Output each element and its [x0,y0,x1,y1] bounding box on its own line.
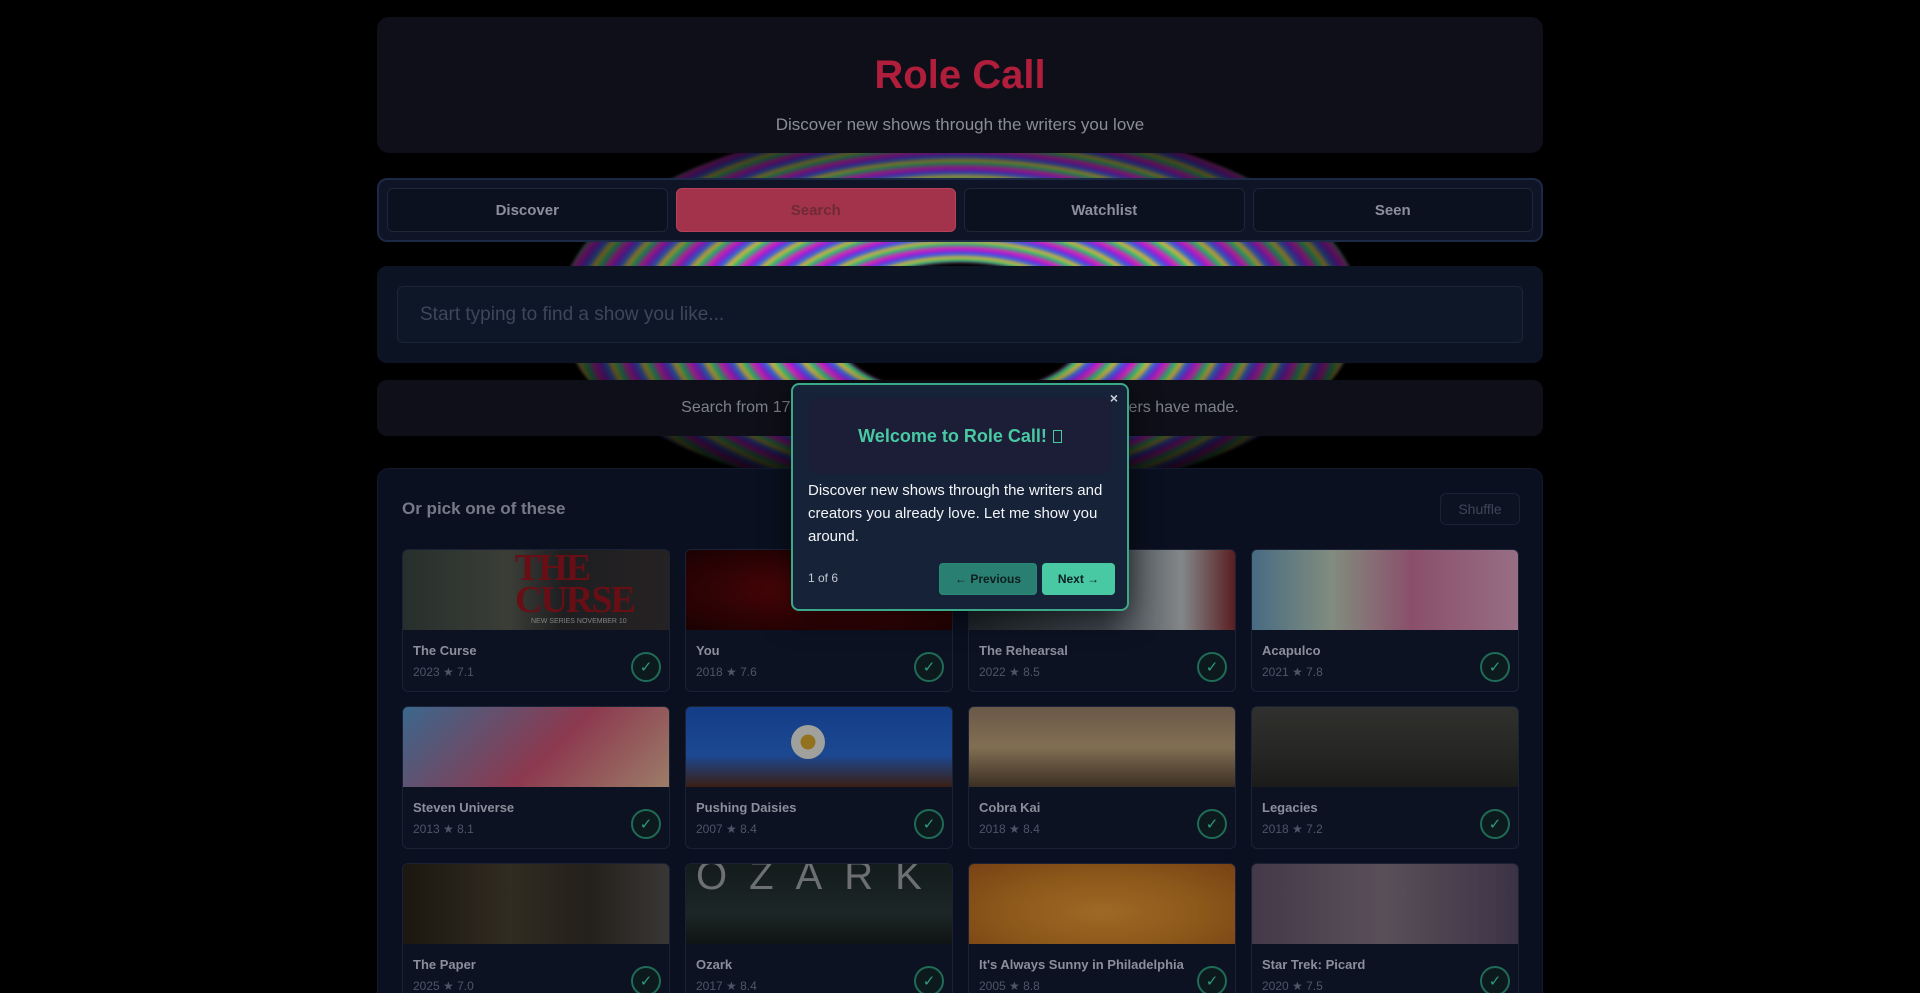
show-title: Pushing Daisies [696,800,797,815]
mark-seen-check-icon[interactable]: ✓ [914,966,944,993]
mark-seen-check-icon[interactable]: ✓ [1480,652,1510,682]
show-poster [969,707,1235,787]
modal-title-text: Welcome to Role Call! [858,425,1047,446]
show-meta: 2025 ★ 7.0 [413,979,474,993]
mark-seen-check-icon[interactable]: ✓ [1480,809,1510,839]
mark-seen-check-icon[interactable]: ✓ [914,809,944,839]
show-title: You [696,643,720,658]
show-title: Legacies [1262,800,1318,815]
tab-discover[interactable]: Discover [387,188,668,232]
mark-seen-check-icon[interactable]: ✓ [1197,966,1227,993]
show-meta: 2021 ★ 7.8 [1262,665,1323,679]
show-card[interactable]: Acapulco 2021 ★ 7.8 ✓ [1251,549,1519,692]
show-card[interactable]: Cobra Kai 2018 ★ 8.4 ✓ [968,706,1236,849]
show-poster [1252,707,1518,787]
show-title: Star Trek: Picard [1262,957,1366,972]
mark-seen-check-icon[interactable]: ✓ [1480,966,1510,993]
onboarding-modal: × Welcome to Role Call! Discover new sho… [791,383,1129,611]
emoji-placeholder-icon [1052,429,1062,443]
show-meta: 2013 ★ 8.1 [413,822,474,836]
show-poster [1252,864,1518,944]
show-meta: 2017 ★ 8.4 [696,979,757,993]
show-meta: 2018 ★ 7.6 [696,665,757,679]
show-card[interactable]: Steven Universe 2013 ★ 8.1 ✓ [402,706,670,849]
page: Role Call Discover new shows through the… [0,0,1920,993]
show-title: It's Always Sunny in Philadelphia [979,957,1184,972]
mark-seen-check-icon[interactable]: ✓ [1197,809,1227,839]
show-card[interactable]: THE CURSE NEW SERIES NOVEMBER 10 The Cur… [402,549,670,692]
mark-seen-check-icon[interactable]: ✓ [631,966,661,993]
show-poster [686,707,952,787]
show-poster: THE CURSE NEW SERIES NOVEMBER 10 [403,550,669,630]
show-title: The Curse [413,643,477,658]
show-card[interactable]: The Paper 2025 ★ 7.0 ✓ [402,863,670,993]
show-card[interactable]: OZARK Ozark 2017 ★ 8.4 ✓ [685,863,953,993]
previous-button[interactable]: ← Previous [939,563,1037,595]
mark-seen-check-icon[interactable]: ✓ [631,652,661,682]
show-title: The Paper [413,957,476,972]
show-poster [403,864,669,944]
show-title: Ozark [696,957,733,972]
next-button[interactable]: Next → [1042,563,1115,595]
show-meta: 2007 ★ 8.4 [696,822,757,836]
show-card[interactable]: Pushing Daisies 2007 ★ 8.4 ✓ [685,706,953,849]
show-meta: 2022 ★ 8.5 [979,665,1040,679]
show-meta: 2023 ★ 7.1 [413,665,474,679]
show-meta: 2018 ★ 7.2 [1262,822,1323,836]
show-poster: OZARK [686,864,952,944]
show-grid: THE CURSE NEW SERIES NOVEMBER 10 The Cur… [402,549,1519,993]
modal-header: Welcome to Role Call! [808,398,1112,474]
show-poster [969,864,1235,944]
mark-seen-check-icon[interactable]: ✓ [914,652,944,682]
app-title: Role Call [874,53,1046,97]
search-panel [377,266,1543,363]
modal-title: Welcome to Role Call! [858,426,1062,447]
shuffle-button[interactable]: Shuffle [1440,493,1520,525]
show-meta: 2020 ★ 7.5 [1262,979,1323,993]
show-card[interactable]: Legacies 2018 ★ 7.2 ✓ [1251,706,1519,849]
show-title: Steven Universe [413,800,515,815]
show-card[interactable]: It's Always Sunny in Philadelphia 2005 ★… [968,863,1236,993]
picks-title: Or pick one of these [402,499,566,518]
header: Role Call Discover new shows through the… [377,17,1543,153]
tab-bar: Discover Search Watchlist Seen [377,178,1543,242]
show-title: Cobra Kai [979,800,1041,815]
app-subtitle: Discover new shows through the writers y… [775,115,1145,134]
mark-seen-check-icon[interactable]: ✓ [1197,652,1227,682]
show-meta: 2018 ★ 8.4 [979,822,1040,836]
show-card[interactable]: Star Trek: Picard 2020 ★ 7.5 ✓ [1251,863,1519,993]
search-info-text-right: ers have made. [1128,399,1239,416]
tab-seen[interactable]: Seen [1252,188,1533,232]
show-title: Acapulco [1262,643,1321,658]
show-poster [403,707,669,787]
show-search-input[interactable] [397,286,1523,343]
tab-search[interactable]: Search [675,188,956,232]
show-title: The Rehearsal [979,643,1068,658]
search-info-text-left: Search from 17 [681,399,791,416]
modal-body: Discover new shows through the writers a… [808,482,1103,545]
tab-watchlist[interactable]: Watchlist [964,188,1245,232]
modal-step-counter: 1 of 6 [808,571,839,585]
show-poster [1252,550,1518,630]
mark-seen-check-icon[interactable]: ✓ [631,809,661,839]
show-meta: 2005 ★ 8.8 [979,979,1040,993]
